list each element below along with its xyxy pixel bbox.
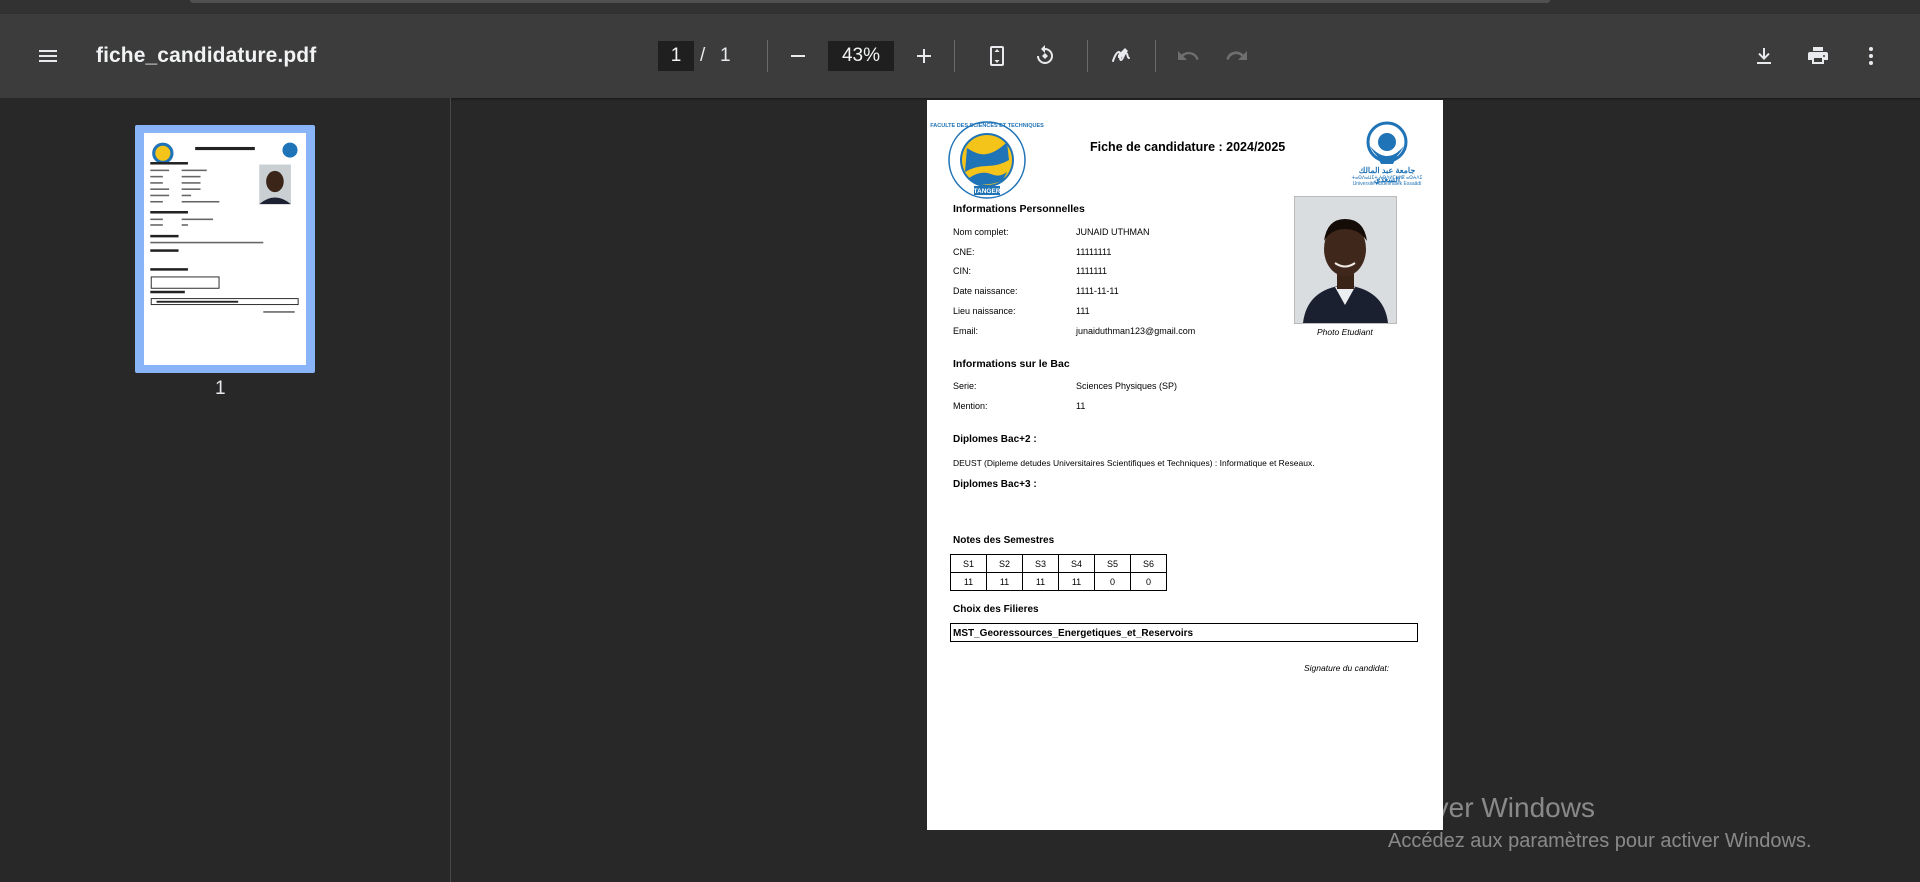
fst-logo-text: FACULTE DES SCIENCES ET TECHNIQUES TANGE… [930,123,1044,195]
rotate-icon[interactable] [1025,36,1065,76]
menu-icon[interactable] [28,36,68,76]
value-cne: 11111111 [1076,247,1112,257]
form-title: Fiche de candidature : 2024/2025 [1090,140,1286,154]
page-thumbnail-selected[interactable] [135,125,315,373]
page-number-input[interactable] [658,41,694,71]
thumbnail-preview [150,142,299,313]
notes-header-s2: S2 [986,554,1023,573]
label-nom: Nom complet: [953,227,1009,237]
annotate-icon[interactable] [1101,36,1141,76]
notes-header-s6: S6 [1130,554,1167,573]
windows-activation-subtitle: Accédez aux paramètres pour activer Wind… [1388,830,1812,852]
pdf-page: FACULTE DES SCIENCES ET TECHNIQUES TANGE… [927,100,1443,830]
page-separator: / [700,45,706,66]
thumbnail-sidebar: 1 [0,98,451,882]
value-email: junaiduthman123@gmail.com [1076,326,1196,336]
filiere-choice: MST_Georessources_Energetiques_et_Reserv… [950,623,1418,642]
notes-header-s5: S5 [1094,554,1131,573]
label-date-naissance: Date naissance: [953,286,1018,296]
value-bac2: DEUST (Dipleme detudes Universitaires Sc… [953,458,1315,468]
section-title-notes: Notes des Semestres [953,535,1055,546]
notes-value-s2: 11 [986,572,1023,591]
notes-value-s3: 11 [1022,572,1059,591]
value-serie: Sciences Physiques (SP) [1076,381,1178,391]
value-date-naissance: 1111-11-11 [1076,286,1119,296]
section-title-bac3: Diplomes Bac+3 : [953,479,1037,490]
undo-icon[interactable] [1168,36,1208,76]
notes-value-row: 11 11 11 11 0 0 [950,572,1167,591]
notes-table: S1 S2 S3 S4 S5 S6 11 11 11 11 0 0 [950,554,1167,591]
logo-tanger-text: TANGER [974,188,1001,195]
zoom-input[interactable] [828,41,894,71]
uae-logo-french: Université Abdelmalek Essaâdi [1352,181,1422,187]
print-icon[interactable] [1798,36,1838,76]
thumbnail-page [144,133,306,365]
section-title-bac: Informations sur le Bac [953,358,1070,370]
document-title: fiche_candidature.pdf [96,44,317,67]
label-lieu-naissance: Lieu naissance: [953,306,1016,316]
logo-ring-top-text: FACULTE DES SCIENCES ET TECHNIQUES [930,123,1044,129]
browser-top-strip [0,0,1920,14]
windows-activation-title: Activer Windows [1388,792,1595,823]
label-cin: CIN: [953,266,971,276]
section-title-bac2: Diplomes Bac+2 : [953,434,1037,445]
photo-caption: Photo Etudiant [1317,327,1373,337]
label-serie: Serie: [953,381,977,391]
label-mention: Mention: [953,401,988,411]
notes-value-s6: 0 [1130,572,1167,591]
pdf-toolbar: fiche_candidature.pdf / 1 [0,14,1920,98]
toolbar-divider [767,40,768,72]
tab-strip-edge [190,0,1550,3]
signature-label: Signature du candidat: [1304,663,1390,673]
section-title-filieres: Choix des Filieres [953,604,1039,615]
value-nom: JUNAID UTHMAN [1076,227,1150,237]
redo-icon[interactable] [1217,36,1257,76]
toolbar-divider [954,40,955,72]
notes-header-row: S1 S2 S3 S4 S5 S6 [950,554,1167,573]
uae-logo-tifinagh: ⵜⴰⵙⴷⴰⵡⵉⵜ ⵄⴱⴷⵍⵎⴰⵍⴽ ⴰⵙⵄⴷⵉ [1351,175,1423,180]
fit-page-icon[interactable] [977,36,1017,76]
value-cin: 1111111 [1076,266,1108,276]
notes-header-s4: S4 [1058,554,1095,573]
label-cne: CNE: [953,247,975,257]
notes-header-s3: S3 [1022,554,1059,573]
page-total: 1 [720,45,731,66]
download-icon[interactable] [1744,36,1784,76]
zoom-out-icon[interactable] [778,36,818,76]
section-title-personal: Informations Personnelles [953,203,1085,215]
notes-header-s1: S1 [950,554,987,573]
label-email: Email: [953,326,979,336]
value-mention: 11 [1076,401,1086,411]
notes-value-s1: 11 [950,572,987,591]
thumbnail-page-number: 1 [215,378,226,399]
notes-value-s4: 11 [1058,572,1095,591]
toolbar-divider [1155,40,1156,72]
value-lieu-naissance: 111 [1076,306,1090,316]
notes-value-s5: 0 [1094,572,1131,591]
toolbar-divider [1087,40,1088,72]
more-vert-icon[interactable] [1851,36,1891,76]
zoom-in-icon[interactable] [904,36,944,76]
student-photo [1294,196,1397,324]
